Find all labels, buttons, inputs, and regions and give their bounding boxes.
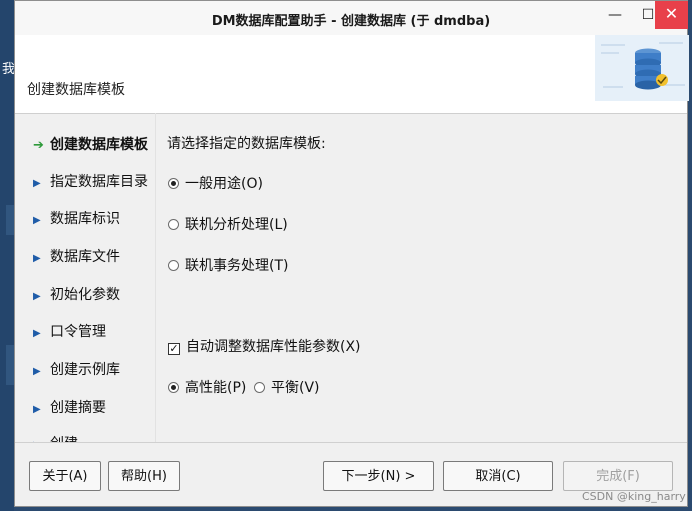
cancel-button[interactable]: 取消(C) [443,461,553,491]
nav-step-sample-db[interactable]: ▶ 创建示例库 [33,359,120,379]
next-button[interactable]: 下一步(N) > [323,461,434,491]
template-option-oltp[interactable]: 联机事务处理(T) [168,255,288,275]
perf-option-balanced[interactable]: 平衡(V) [254,377,320,397]
wizard-window: DM数据库配置助手 - 创建数据库 (于 dmdba) — ☐ ✕ 创建数据库模… [14,0,689,507]
page-title: 创建数据库模板 [27,82,125,98]
auto-tune-checkbox[interactable]: ✓ 自动调整数据库性能参数(X) [168,336,361,356]
current-step-arrow-icon: ➔ [33,138,44,153]
step-arrow-icon: ▶ [33,178,41,189]
window-title: DM数据库配置助手 - 创建数据库 (于 dmdba) [211,14,491,29]
wizard-header: 创建数据库模板 [15,35,689,114]
radio-unselected[interactable] [168,260,179,271]
radio-selected[interactable] [168,178,179,189]
watermark: CSDN @king_harry [582,490,686,503]
step-arrow-icon: ▶ [33,253,41,264]
template-option-general[interactable]: 一般用途(O) [168,173,263,193]
perf-option-high[interactable]: 高性能(P) [168,377,246,397]
about-button[interactable]: 关于(A) [29,461,101,491]
nav-step-identity[interactable]: ▶ 数据库标识 [33,208,120,228]
step-arrow-icon: ▶ [33,291,41,302]
help-button[interactable]: 帮助(H) [108,461,180,491]
checkbox-checked[interactable]: ✓ [168,343,180,355]
step-arrow-icon: ▶ [33,215,41,226]
step-arrow-icon: ▶ [33,328,41,339]
footer-divider [15,442,687,443]
nav-step-summary[interactable]: ▶ 创建摘要 [33,397,106,417]
close-button[interactable]: ✕ [655,1,688,29]
radio-unselected[interactable] [168,219,179,230]
nav-step-files[interactable]: ▶ 数据库文件 [33,246,120,266]
nav-step-password[interactable]: ▶ 口令管理 [33,321,106,341]
step-arrow-icon: ▶ [33,366,41,377]
nav-step-directory[interactable]: ▶ 指定数据库目录 [33,171,148,191]
desktop-edge-mark [6,205,14,235]
template-panel: 请选择指定的数据库模板: 一般用途(O) 联机分析处理(L) 联机事务处理(T)… [165,113,685,443]
radio-selected[interactable] [168,382,179,393]
template-option-olap[interactable]: 联机分析处理(L) [168,214,288,234]
template-prompt: 请选择指定的数据库模板: [167,136,326,152]
nav-step-template[interactable]: ➔ 创建数据库模板 [33,134,148,154]
desktop-edge-mark [6,345,14,385]
step-arrow-icon: ▶ [33,404,41,415]
wizard-steps: ➔ 创建数据库模板 ▶ 指定数据库目录 ▶ 数据库标识 ▶ 数据库文件 ▶ 初始化参数 ▶… [15,113,156,443]
minimize-button[interactable]: — [600,1,630,29]
finish-button[interactable]: 完成(F) [563,461,673,491]
nav-step-init-params[interactable]: ▶ 初始化参数 [33,284,120,304]
radio-unselected[interactable] [254,382,265,393]
database-icon [595,35,689,101]
title-bar[interactable]: DM数据库配置助手 - 创建数据库 (于 dmdba) — ☐ ✕ [15,1,688,35]
